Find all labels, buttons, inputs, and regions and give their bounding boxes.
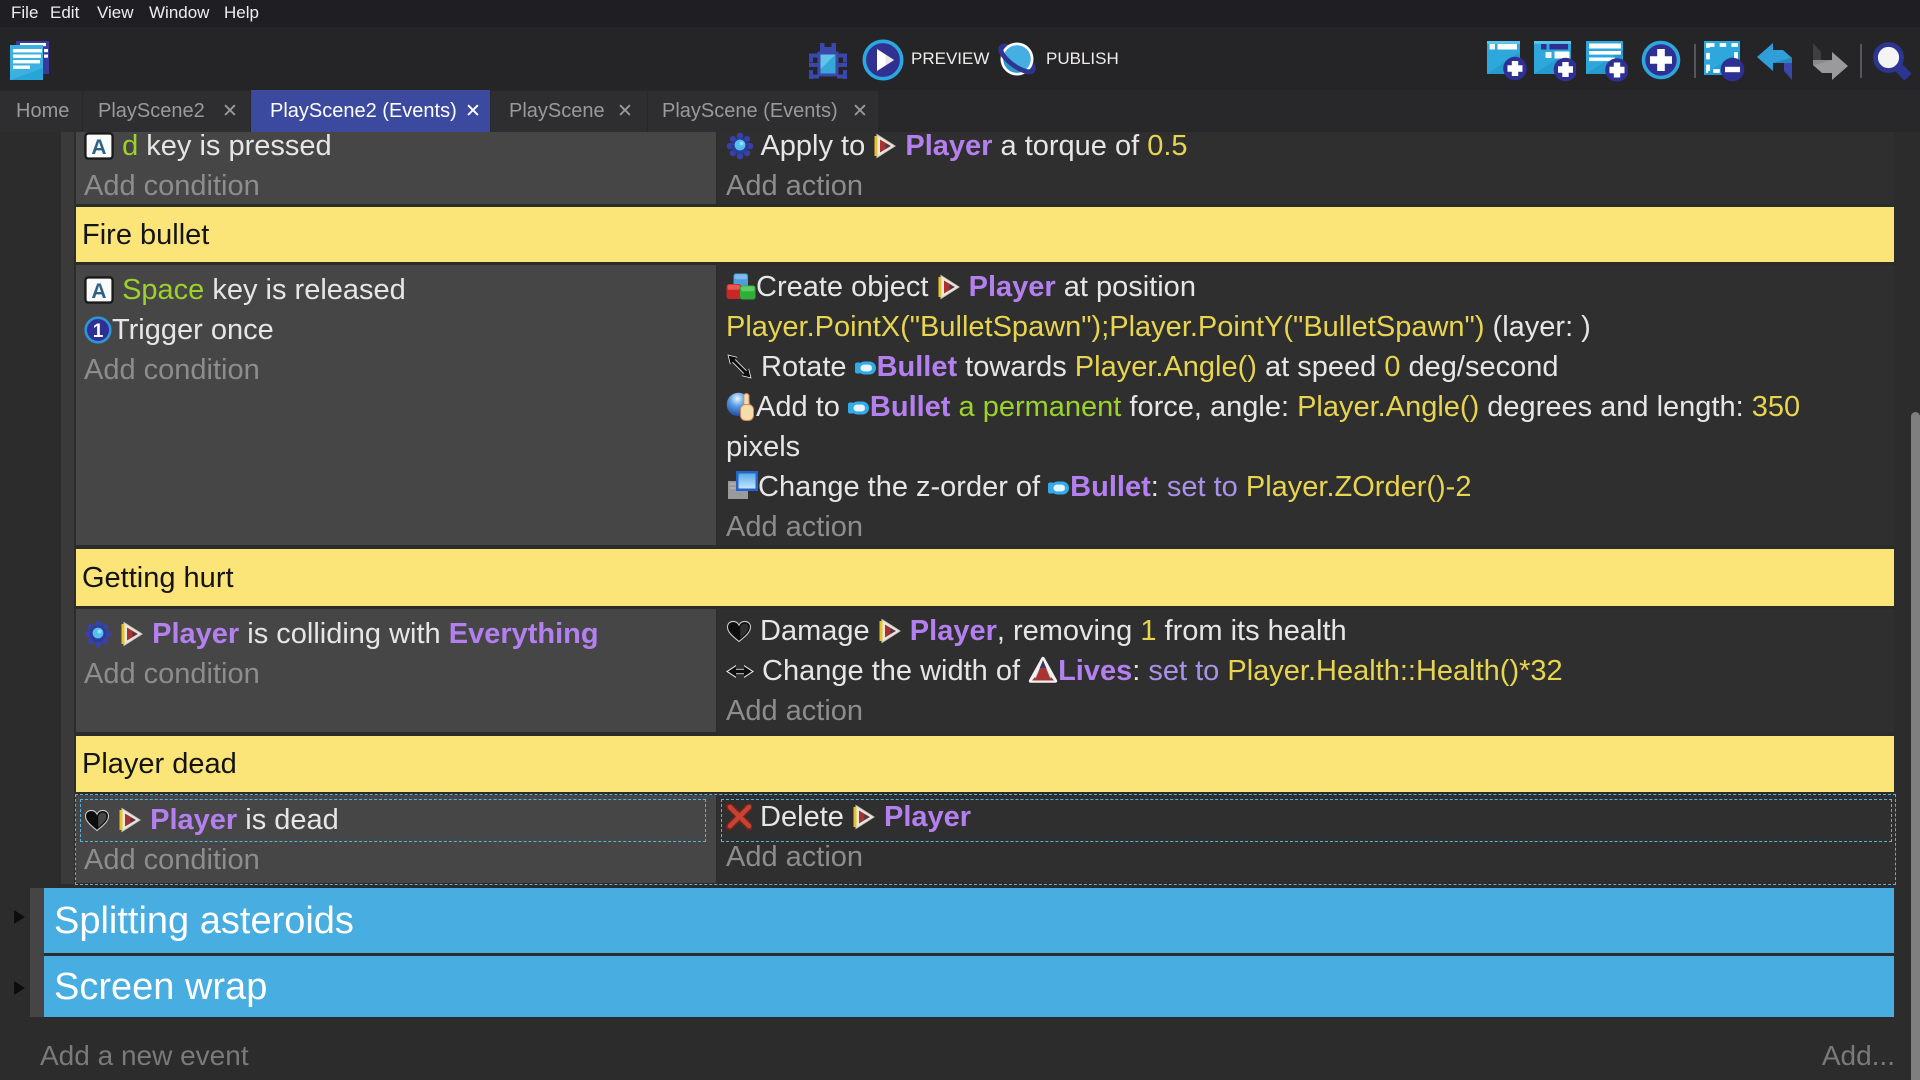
- svg-text:A: A: [91, 280, 106, 303]
- svg-text:A: A: [91, 136, 106, 159]
- svg-text:1: 1: [93, 321, 104, 342]
